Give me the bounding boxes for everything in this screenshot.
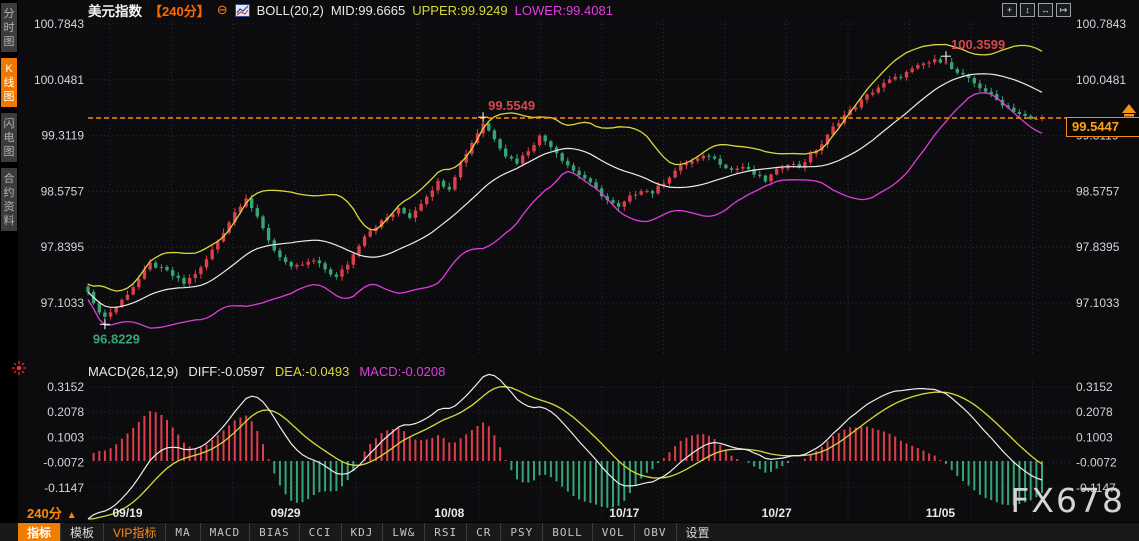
date-axis-labels: 09/19 09/29 10/08 10/17 10/27 11/05 [112,506,955,520]
svg-text:09/29: 09/29 [271,506,301,520]
toolbar-item-boll[interactable]: BOLL [542,523,592,541]
trading-app: 99.5549 100.3599 96.8229 100.7843 100.7843 10… [0,0,1139,541]
sidebar-item-minute-chart[interactable]: 分时图 [1,3,17,52]
toolbar-item-vol[interactable]: VOL [591,523,634,541]
toolbar-item-ma[interactable]: MA [165,523,199,541]
price-marker-icon [1122,104,1136,117]
svg-text:-0.1147: -0.1147 [44,481,84,495]
svg-text:98.5757: 98.5757 [1076,184,1120,198]
boll-lower-value: LOWER:99.4081 [514,2,613,18]
svg-text:100.7843: 100.7843 [1076,17,1126,31]
toolbar-item-lwr[interactable]: LW& [382,523,424,541]
boll-mid-value: MID:99.6665 [330,2,406,18]
svg-text:0.3152: 0.3152 [47,380,84,394]
toolbar-item-obv[interactable]: OBV [633,523,676,541]
last-price-box: 99.5447 [1066,117,1139,137]
macd-dea-value: DEA:-0.0493 [274,364,350,379]
svg-text:-0.0072: -0.0072 [43,456,84,470]
svg-text:10/08: 10/08 [434,506,464,520]
svg-text:0.3152: 0.3152 [1076,380,1113,394]
boll-label: BOLL(20,2) [256,2,324,18]
window-controls: + ↕ ↔ ↦ [1002,3,1071,17]
fit-horizontal-icon[interactable]: ↔ [1038,3,1053,17]
toolbar-item-psy[interactable]: PSY [500,523,542,541]
sidebar-item-flash-chart[interactable]: 闪电图 [1,113,17,162]
svg-text:09/19: 09/19 [112,506,142,520]
toolbar-item-template[interactable]: 模板 [60,523,103,541]
symbol-name: 美元指数 [88,4,142,19]
svg-text:0.1003: 0.1003 [47,430,84,444]
macd-histogram [92,411,1043,508]
toolbar-item-macd[interactable]: MACD [199,523,250,541]
svg-text:10/27: 10/27 [762,506,792,520]
svg-text:97.1033: 97.1033 [1076,296,1120,310]
pan-right-icon[interactable]: ↦ [1056,3,1071,17]
svg-text:99.5549: 99.5549 [488,98,535,113]
candlestick-series [86,54,1044,325]
macd-label: MACD(26,12,9) [88,364,179,379]
svg-text:97.8395: 97.8395 [1076,240,1120,254]
chart-canvas[interactable]: 99.5549 100.3599 96.8229 100.7843 100.7843 10… [0,0,1139,522]
svg-text:98.5757: 98.5757 [41,184,85,198]
boll-lower-line [87,92,1043,329]
macd-diff-value: DIFF:-0.0597 [188,364,265,379]
svg-text:99.3119: 99.3119 [42,129,85,143]
boll-upper-line [87,43,1043,292]
bottom-toolbar: 指标 模板 VIP指标 MA MACD BIAS CCI KDJ LW& RSI CR PSY BOLL… [0,522,1139,541]
period-badge[interactable]: 【240分】 [149,1,210,20]
svg-text:100.3599: 100.3599 [951,37,1005,52]
macd-header: MACD(26,12,9) DIFF:-0.0597 DEA:-0.0493 M… [88,364,445,379]
toolbar-item-settings[interactable]: 设置 [675,523,719,541]
toolbar-item-rsi[interactable]: RSI [424,523,466,541]
svg-text:97.1033: 97.1033 [41,296,85,310]
chart-header: 美元指数 【240分】 ⊖ BOLL(20,2) MID:99.6665 UPP… [88,1,613,20]
crosshair-icon[interactable]: + [1002,3,1017,17]
toolbar-item-kdj[interactable]: KDJ [340,523,383,541]
period-selector-label: 240分 [27,506,62,521]
toolbar-item-indicator[interactable]: 指标 [18,523,61,541]
toolbar-item-cci[interactable]: CCI [298,523,341,541]
toolbar-item-bias[interactable]: BIAS [249,523,299,541]
left-sidebar: 分时图 K线图闪电图合约资料 [0,0,18,541]
live-indicator-icon [12,361,26,375]
toolbar-item-cr[interactable]: CR [466,523,500,541]
watermark: FX678 [1010,481,1125,520]
svg-text:97.8395: 97.8395 [41,240,85,254]
fit-vertical-icon[interactable]: ↕ [1020,3,1035,17]
boll-upper-value: UPPER:99.9249 [412,2,508,18]
macd-diff-line [87,373,1043,520]
svg-text:-0.0072: -0.0072 [1076,456,1117,470]
toolbar-item-vip-indicator[interactable]: VIP指标 [103,523,165,541]
macd-macd-value: MACD:-0.0208 [359,364,446,379]
mini-chart-icon [234,3,250,17]
svg-text:0.1003: 0.1003 [1076,430,1113,444]
macd-dea-line [87,386,1043,520]
svg-text:100.7843: 100.7843 [34,17,84,31]
annotation-high: 100.3599 [941,37,1005,62]
svg-text:96.8229: 96.8229 [93,331,140,346]
svg-text:100.0481: 100.0481 [34,73,84,87]
svg-text:0.2078: 0.2078 [1076,405,1113,419]
svg-text:0.2078: 0.2078 [47,405,84,419]
sidebar-item-kline-chart[interactable]: K线图 [1,58,17,107]
link-icon[interactable]: ⊖ [217,2,228,18]
period-selector[interactable]: 240分 ▲ [27,503,77,522]
chevron-up-icon: ▲ [66,510,77,521]
svg-text:10/17: 10/17 [609,506,639,520]
boll-mid-line [87,73,1043,308]
svg-text:100.0481: 100.0481 [1076,73,1126,87]
sidebar-item-contract-info[interactable]: 合约资料 [1,168,17,231]
svg-text:11/05: 11/05 [926,506,956,520]
